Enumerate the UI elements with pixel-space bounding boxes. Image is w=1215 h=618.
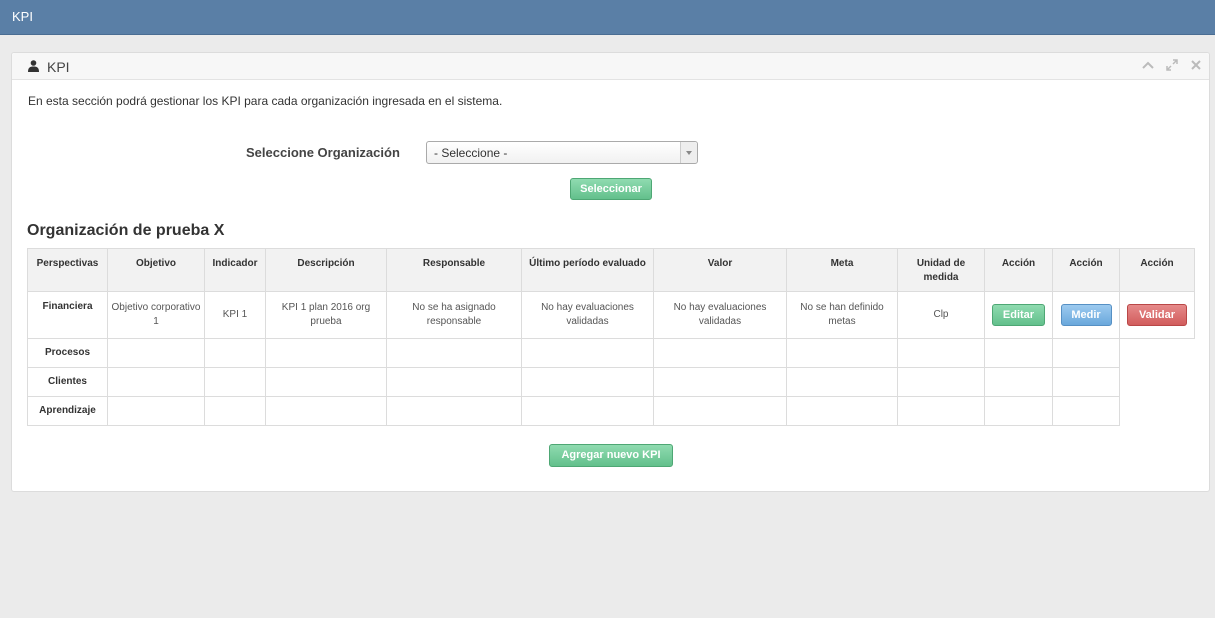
panel-title: KPI <box>47 59 70 75</box>
perspective-cell: Procesos <box>27 338 108 368</box>
intro-text: En esta sección podrá gestionar los KPI … <box>28 94 503 108</box>
perspective-cell: Aprendizaje <box>27 396 108 426</box>
empty-cell <box>107 338 205 368</box>
validate-button[interactable]: Validar <box>1127 304 1187 326</box>
kpi-table: Perspectivas Objetivo Indicador Descripc… <box>27 248 1195 426</box>
empty-cell <box>386 367 522 397</box>
header-accion-2: Acción <box>1052 248 1120 292</box>
header-accion-1: Acción <box>984 248 1053 292</box>
accion-cell: Validar <box>1119 291 1195 339</box>
top-bar: KPI <box>0 0 1215 35</box>
header-perspectivas: Perspectivas <box>27 248 108 292</box>
empty-cell <box>204 396 266 426</box>
empty-cell <box>786 396 898 426</box>
table-row: Clientes <box>27 367 1195 397</box>
edit-button[interactable]: Editar <box>992 304 1045 326</box>
user-icon <box>28 60 39 72</box>
empty-cell <box>897 396 985 426</box>
organization-select-label: Seleccione Organización <box>246 145 400 160</box>
table-row: Procesos <box>27 338 1195 368</box>
organization-select-value: - Seleccione - <box>434 146 508 160</box>
blank-cell <box>1120 368 1195 397</box>
empty-cell <box>786 367 898 397</box>
empty-cell <box>653 338 787 368</box>
organization-select[interactable]: - Seleccione - <box>426 141 698 164</box>
empty-cell <box>204 367 266 397</box>
close-icon[interactable] <box>1189 58 1203 72</box>
empty-cell <box>386 338 522 368</box>
ultimo-periodo-cell: No hay evaluaciones validadas <box>521 291 654 339</box>
blank-cell <box>1120 339 1195 368</box>
empty-cell <box>1052 367 1120 397</box>
chevron-down-icon[interactable] <box>680 142 697 163</box>
organization-title: Organización de prueba X <box>27 222 225 239</box>
header-unidad-medida: Unidad de medida <box>897 248 985 292</box>
empty-cell <box>521 338 654 368</box>
empty-cell <box>386 396 522 426</box>
header-meta: Meta <box>786 248 898 292</box>
app-title: KPI <box>12 9 33 24</box>
header-objetivo: Objetivo <box>107 248 205 292</box>
empty-cell <box>1052 396 1120 426</box>
empty-cell <box>897 367 985 397</box>
header-indicador: Indicador <box>204 248 266 292</box>
valor-cell: No hay evaluaciones validadas <box>653 291 787 339</box>
empty-cell <box>653 396 787 426</box>
measure-button[interactable]: Medir <box>1060 304 1112 326</box>
empty-cell <box>107 396 205 426</box>
accion-cell: Medir <box>1052 291 1120 339</box>
empty-cell <box>204 338 266 368</box>
perspective-cell: Clientes <box>27 367 108 397</box>
empty-cell <box>1052 338 1120 368</box>
header-ultimo-periodo: Último período evaluado <box>521 248 654 292</box>
header-descripcion: Descripción <box>265 248 387 292</box>
empty-cell <box>653 367 787 397</box>
empty-cell <box>897 338 985 368</box>
table-row: Financiera Objetivo corporativo 1 KPI 1 … <box>27 291 1195 339</box>
header-accion-3: Acción <box>1119 248 1195 292</box>
add-kpi-button[interactable]: Agregar nuevo KPI <box>549 444 673 467</box>
empty-cell <box>984 338 1053 368</box>
select-organization-button[interactable]: Seleccionar <box>570 178 652 200</box>
blank-cell <box>1120 397 1195 426</box>
perspective-cell: Financiera <box>27 291 108 339</box>
objetivo-cell: Objetivo corporativo 1 <box>107 291 205 339</box>
header-responsable: Responsable <box>386 248 522 292</box>
header-valor: Valor <box>653 248 787 292</box>
table-row: Aprendizaje <box>27 396 1195 426</box>
indicador-cell: KPI 1 <box>204 291 266 339</box>
table-header-row: Perspectivas Objetivo Indicador Descripc… <box>27 248 1195 292</box>
meta-cell: No se han definido metas <box>786 291 898 339</box>
responsable-cell: No se ha asignado responsable <box>386 291 522 339</box>
panel-tools <box>1141 58 1203 72</box>
empty-cell <box>265 367 387 397</box>
panel-header: KPI <box>12 53 1209 80</box>
empty-cell <box>786 338 898 368</box>
descripcion-cell: KPI 1 plan 2016 org prueba <box>265 291 387 339</box>
unidad-cell: Clp <box>897 291 985 339</box>
expand-icon[interactable] <box>1165 58 1179 72</box>
empty-cell <box>984 396 1053 426</box>
kpi-panel: KPI En esta sección podrá gestionar los … <box>11 52 1210 492</box>
empty-cell <box>521 367 654 397</box>
empty-cell <box>984 367 1053 397</box>
empty-cell <box>521 396 654 426</box>
accion-cell: Editar <box>984 291 1053 339</box>
chevron-up-icon[interactable] <box>1141 58 1155 72</box>
empty-cell <box>265 338 387 368</box>
empty-cell <box>265 396 387 426</box>
empty-cell <box>107 367 205 397</box>
